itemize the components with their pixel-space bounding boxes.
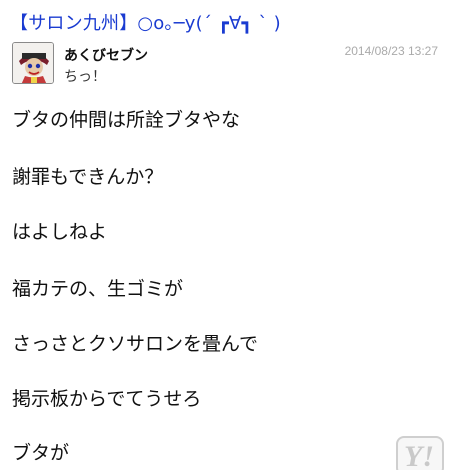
yahoo-logo-icon[interactable]: Y!	[396, 436, 444, 470]
avatar[interactable]	[12, 42, 54, 84]
post-subline: ちっ！	[64, 69, 106, 85]
avatar-character-icon	[13, 43, 53, 83]
post-timestamp: 2014/08/23 13:27	[344, 44, 438, 58]
post-body-line: 謝罪もできんか？	[12, 166, 164, 188]
post-page: 【サロン九州】○o｡─y(´ ┏∀┓ ` ) あくびセブン 2014/08/23…	[0, 0, 450, 470]
post-body-line: 掲示板からでてうせろ	[12, 388, 202, 410]
thread-title-link[interactable]: 【サロン九州】○o｡─y(´ ┏∀┓ ` )	[10, 9, 281, 35]
post-header: あくびセブン 2014/08/23 13:27 ちっ！	[10, 42, 440, 86]
post-body-line: ブタが	[12, 442, 70, 464]
post-body-line: ブタの仲間は所詮ブタやな	[12, 109, 241, 131]
post-body-line: さっさとクソサロンを畳んで	[12, 333, 259, 355]
post-body-line: 福カテの、生ゴミが	[12, 278, 184, 300]
yahoo-logo-label: Y!	[404, 440, 434, 470]
post-body-line: はよしねよ	[12, 221, 108, 243]
username[interactable]: あくびセブン	[64, 45, 148, 65]
